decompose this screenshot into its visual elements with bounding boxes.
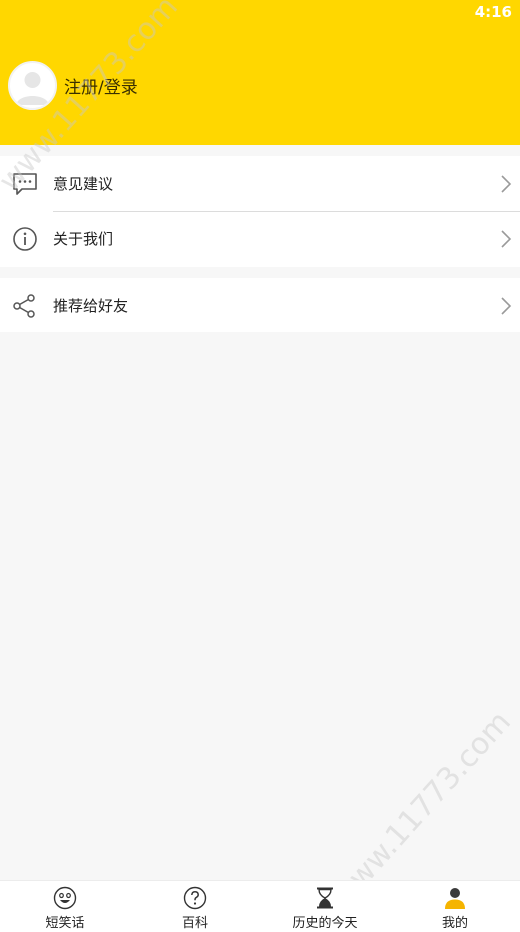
nav-tab-encyclopedia[interactable]: 百科: [130, 881, 260, 932]
profile-header: 4:16 注册/登录: [0, 0, 520, 145]
bottom-nav: 短笑话 百科 历史的今天 我的: [0, 880, 520, 932]
screen: 4:16 注册/登录 意见建议 关于我们 推荐给好友 www.11773.com…: [0, 0, 520, 932]
person-icon: [445, 888, 465, 909]
question-icon: [183, 886, 207, 910]
chevron-right-icon: [501, 229, 512, 248]
status-time: 4:16: [474, 3, 512, 21]
menu-item-share[interactable]: 推荐给好友: [0, 278, 520, 333]
comment-icon: [13, 172, 37, 195]
login-register-link[interactable]: 注册/登录: [64, 73, 138, 98]
menu-item-feedback[interactable]: 意见建议: [0, 156, 520, 211]
menu-item-about[interactable]: 关于我们: [0, 211, 520, 266]
menu-group-share: 推荐给好友: [0, 278, 520, 332]
avatar[interactable]: [8, 61, 57, 110]
chevron-right-icon: [501, 174, 512, 193]
menu-group-main: 意见建议 关于我们: [0, 156, 520, 267]
login-row[interactable]: 注册/登录: [8, 61, 138, 110]
menu-label-about: 关于我们: [53, 230, 114, 248]
share-icon: [13, 293, 35, 318]
nav-label-mine: 我的: [441, 916, 468, 931]
nav-label-encyclopedia: 百科: [181, 916, 208, 931]
nav-tab-history-today[interactable]: 历史的今天: [260, 881, 390, 932]
nav-label-jokes: 短笑话: [45, 916, 85, 931]
nav-tab-mine[interactable]: 我的: [390, 881, 520, 932]
hourglass-icon: [317, 887, 333, 909]
nav-label-history-today: 历史的今天: [292, 916, 358, 931]
default-avatar-icon: [16, 72, 49, 105]
smiley-icon: [53, 886, 77, 910]
menu-label-share: 推荐给好友: [53, 297, 129, 315]
menu-label-feedback: 意见建议: [53, 175, 114, 193]
nav-tab-jokes[interactable]: 短笑话: [0, 881, 130, 932]
chevron-right-icon: [501, 296, 512, 315]
info-icon: [13, 226, 37, 251]
